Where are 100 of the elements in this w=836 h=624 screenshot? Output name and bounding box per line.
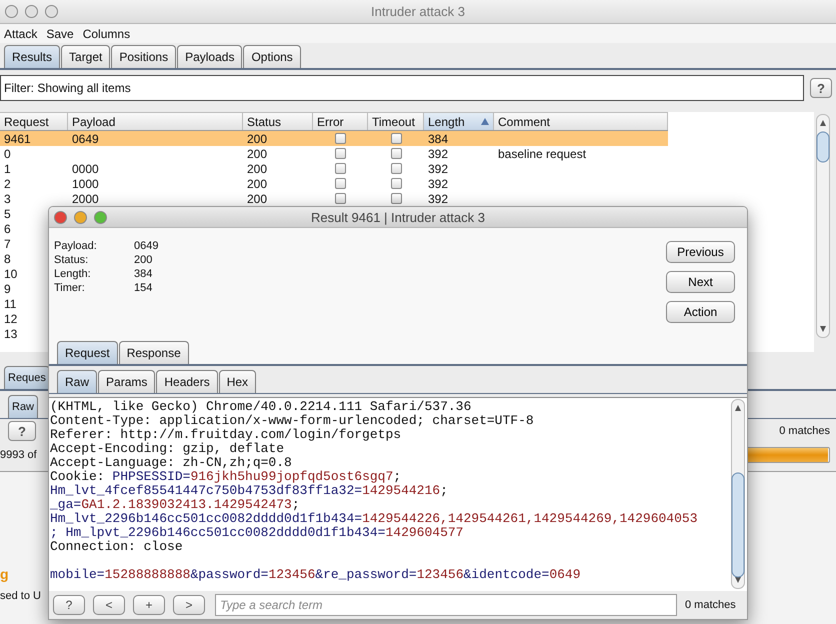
scrollbar[interactable] <box>816 114 830 338</box>
table-cell: 9 <box>4 282 11 296</box>
table-cell: 10 <box>4 266 18 280</box>
close-button[interactable] <box>54 210 67 224</box>
table-cell: 200 <box>247 146 268 160</box>
table-cell: 392 <box>428 176 448 190</box>
table-row[interactable]: 9461 0649 200 384 <box>0 131 668 146</box>
tab[interactable]: Target <box>61 45 110 68</box>
match-count: 0 matches <box>685 599 736 611</box>
table-cell: 0 <box>4 146 11 160</box>
checkbox[interactable] <box>335 193 346 204</box>
column-header[interactable]: Comment <box>494 113 668 130</box>
tab[interactable]: Hex <box>218 370 256 393</box>
help-button[interactable]: ? <box>810 78 832 98</box>
request-line: Referer: http://m.fruitday.com/login/forgetps <box>50 428 402 442</box>
table-cell: 2000 <box>72 192 99 206</box>
column-header[interactable]: Payload <box>68 113 243 130</box>
request-line: Hm_lvt_2296b146cc501cc0082dddd0d1f1b434=1429544226,1429544261,1429544269,1429604053 <box>50 512 699 526</box>
checkbox[interactable] <box>390 163 402 174</box>
tab[interactable]: Options <box>243 45 301 68</box>
field-label: Status: <box>54 253 90 267</box>
field-value: 154 <box>134 281 154 295</box>
checkbox[interactable] <box>390 193 402 204</box>
scrollbar[interactable] <box>731 399 745 589</box>
request-line: mobile=15288888888&password=123456&re_password=123456&identcode=0649 <box>50 568 582 582</box>
tab[interactable]: Response <box>118 341 189 364</box>
tab[interactable]: Params <box>98 370 156 393</box>
filter-bar[interactable]: Filter: Showing all items <box>0 75 804 101</box>
field-label: Length: <box>54 267 92 281</box>
match-count: 0 matches <box>779 425 830 437</box>
tab[interactable]: Raw <box>57 370 98 393</box>
table-row[interactable]: 0 200 392 baseline request <box>0 146 668 161</box>
tab[interactable]: Positions <box>111 45 176 68</box>
table-cell: 392 <box>428 146 448 160</box>
table-cell: 392 <box>428 192 448 206</box>
table-cell: 200 <box>247 192 268 206</box>
table-cell: 200 <box>247 162 268 176</box>
table-cell: baseline request <box>498 146 586 160</box>
request-line: _ga=GA1.2.1839032413.1429542473; <box>50 498 301 512</box>
request-line: Content-Type: application/x-www-form-urlencoded; charset=UTF-8 <box>50 414 535 428</box>
table-cell: 1 <box>4 162 11 176</box>
zoom-button[interactable] <box>94 210 107 224</box>
table-cell: 2 <box>4 176 11 190</box>
request-line: ; Hm_lpvt_2296b146cc501cc0082dddd0d1f1b434=1429604577 <box>50 526 464 540</box>
tab[interactable]: Reques <box>4 366 50 389</box>
nav-button[interactable]: < <box>93 595 125 615</box>
field-label: Payload: <box>54 239 98 253</box>
table-cell: 0000 <box>72 162 99 176</box>
column-header[interactable]: Timeout <box>368 113 424 130</box>
request-line: Accept-Language: zh-CN,zh;q=0.8 <box>50 456 293 470</box>
nav-button[interactable]: > <box>173 595 205 615</box>
dialog-button[interactable]: Previous <box>666 241 735 263</box>
table-cell: 9461 <box>4 132 31 146</box>
checkbox[interactable] <box>335 148 346 159</box>
request-line: Accept-Encoding: gzip, deflate <box>50 442 286 456</box>
checkbox[interactable] <box>335 178 346 189</box>
table-cell: 6 <box>4 222 11 236</box>
tab[interactable]: Raw <box>8 395 38 418</box>
checkbox[interactable] <box>390 148 402 159</box>
dialog-button[interactable]: Action <box>666 301 735 323</box>
checkbox[interactable] <box>335 133 346 144</box>
sort-ascending-icon <box>481 118 489 125</box>
minimize-button[interactable] <box>25 5 38 18</box>
tab[interactable]: Headers <box>156 370 218 393</box>
table-cell: 1000 <box>72 176 99 190</box>
checkbox[interactable] <box>390 178 402 189</box>
dialog-button[interactable]: Next <box>666 271 735 293</box>
nav-button[interactable]: ? <box>53 595 85 615</box>
table-row[interactable]: 3 2000 200 392 <box>0 191 668 206</box>
window-title: Result 9461 | Intruder attack 3 <box>311 210 485 224</box>
search-field[interactable]: Type a search term <box>215 594 677 616</box>
request-line: Cookie: PHPSESSID=916jkh5hu99jopfqd5ost6sgq7; <box>50 470 402 484</box>
request-line: Connection: close <box>50 540 184 554</box>
table-cell: 0649 <box>72 132 99 146</box>
field-label: Timer: <box>54 281 86 295</box>
help-button[interactable]: ? <box>8 421 36 441</box>
tab[interactable]: Request <box>57 341 118 364</box>
checkbox[interactable] <box>335 163 346 174</box>
field-value: 200 <box>134 253 154 267</box>
table-cell: 200 <box>247 176 268 190</box>
menu-item[interactable]: Attack <box>4 26 38 40</box>
section-heading: g <box>0 566 9 582</box>
checkbox[interactable] <box>390 133 402 144</box>
menu-item[interactable]: Save <box>46 26 74 40</box>
nav-button[interactable]: + <box>133 595 165 615</box>
table-cell: 13 <box>4 326 18 340</box>
column-header[interactable]: Status <box>243 113 313 130</box>
table-cell: 384 <box>428 132 448 146</box>
tab[interactable]: Results <box>4 45 60 68</box>
column-header[interactable]: Request <box>0 113 68 130</box>
close-button[interactable] <box>5 5 18 18</box>
column-header[interactable]: Error <box>313 113 368 130</box>
zoom-button[interactable] <box>45 5 58 18</box>
minimize-button[interactable] <box>74 210 87 224</box>
description-text: sed to U <box>0 590 41 602</box>
menu-item[interactable]: Columns <box>82 26 130 40</box>
column-header[interactable]: Length <box>424 113 494 130</box>
table-row[interactable]: 1 0000 200 392 <box>0 161 668 176</box>
table-row[interactable]: 2 1000 200 392 <box>0 176 668 191</box>
tab[interactable]: Payloads <box>177 45 242 68</box>
